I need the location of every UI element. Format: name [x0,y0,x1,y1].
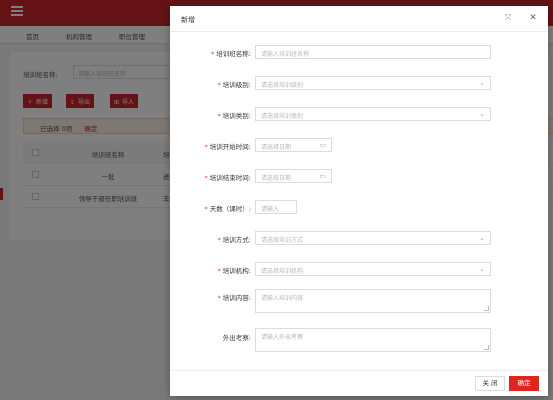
external-visit-placeholder: 请输入外出考察 [261,334,304,341]
dialog-header: 新增 ⤧ ✕ [170,6,548,32]
dialog-title: 新增 [181,16,195,24]
resize-handle-icon[interactable] [484,306,489,311]
add-dialog: 新增 ⤧ ✕ * 培训班名称: 请输入培训班名称 * 培训级别: 请选择培训级别 ⌄… [170,6,548,396]
resize-handle-icon[interactable] [484,345,489,350]
training-category-placeholder: 请选择培训类别 [261,113,304,120]
external-visit-textarea[interactable]: 请输入外出考察 [255,328,491,352]
method-label: * 培训方式: [217,236,251,244]
training-method-select[interactable]: 请选择培训方式 ⌄ [255,231,491,245]
days-input[interactable]: 请输入 [255,200,297,214]
close-button[interactable]: 关 闭 [475,376,505,391]
calendar-icon: ▭ [319,141,326,149]
training-org-select[interactable]: 请选择培训机构 ⌄ [255,262,491,276]
chevron-down-icon: ⌄ [479,234,485,242]
training-level-select[interactable]: 请选择培训级别 ⌄ [255,76,491,90]
content-label: * 培训内容: [217,294,251,302]
training-method-placeholder: 请选择培训方式 [261,237,304,244]
chevron-down-icon: ⌄ [479,79,485,87]
training-content-textarea[interactable]: 请输入培训内容 [255,289,491,313]
category-label: * 培训类别: [217,112,251,120]
days-label: * 天数（课时）: [204,205,251,213]
training-level-placeholder: 请选择培训级别 [261,82,304,89]
confirm-button[interactable]: 确定 [509,376,539,391]
calendar-icon: ▭ [319,172,326,180]
end-time-label: * 培训结束时间: [204,174,251,182]
expand-icon[interactable]: ⤧ [503,13,513,23]
chevron-down-icon: ⌄ [479,110,485,118]
end-date-placeholder: 请选择日期 [261,175,292,182]
close-icon[interactable]: ✕ [528,13,538,23]
external-label: 外出考察: [222,334,251,342]
level-label: * 培训级别: [217,81,251,89]
training-org-placeholder: 请选择培训机构 [261,268,304,275]
start-time-label: * 培训开始时间: [204,143,251,151]
name-label: * 培训班名称: [211,50,251,58]
chevron-down-icon: ⌄ [479,265,485,273]
dialog-footer: 关 闭 确定 [170,370,548,396]
training-name-input[interactable]: 请输入培训班名称 [255,45,491,59]
training-content-placeholder: 请输入培训内容 [261,295,304,302]
start-date-placeholder: 请选择日期 [261,144,292,151]
org-label: * 培训机构: [217,267,251,275]
training-category-select[interactable]: 请选择培训类别 ⌄ [255,107,491,121]
end-date-picker[interactable]: 请选择日期 ▭ [255,169,332,183]
start-date-picker[interactable]: 请选择日期 ▭ [255,138,332,152]
